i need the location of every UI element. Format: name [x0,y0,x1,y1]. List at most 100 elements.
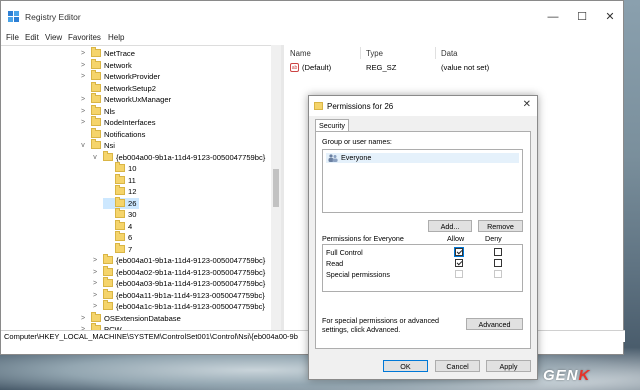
menu-file[interactable]: File [6,33,19,42]
deny-header: Deny [485,234,502,243]
chevron-right-icon[interactable]: > [79,117,87,128]
chevron-right-icon[interactable]: > [79,313,87,324]
security-panel: Group or user names: Everyone Add... Rem… [315,131,531,349]
folder-icon [115,242,125,253]
folder-icon [115,219,125,230]
tree-item-label: Notifications [104,129,146,139]
chevron-right-icon[interactable]: > [79,71,87,82]
tree-item-label: {eb004a00-9b1a-11d4-9123-0050047759bc} [116,152,266,162]
minimize-button[interactable]: — [538,7,568,27]
allow-header: Allow [447,234,465,243]
folder-icon [91,70,101,80]
tree-item-label: {eb004a11-9b1a-11d4-9123-0050047759bc} [116,290,265,300]
chevron-right-icon[interactable]: > [91,290,99,301]
chevron-right-icon[interactable]: > [79,60,87,71]
tree-item-label: 6 [128,233,133,242]
menu-edit[interactable]: Edit [25,33,39,42]
tree-item-label: OSExtensionDatabase [104,313,181,323]
folder-icon [91,139,101,149]
chevron-down-icon[interactable]: v [79,140,87,151]
deny-special-checkbox [494,270,502,278]
dialog-title-bar[interactable]: Permissions for 26 ✕ [309,96,537,116]
folder-icon [115,185,125,195]
cancel-button[interactable]: Cancel [435,360,480,372]
chevron-right-icon[interactable]: > [91,301,99,312]
folder-icon [91,311,101,322]
chevron-right-icon[interactable]: > [79,48,87,59]
allow-read-checkbox[interactable] [455,259,463,267]
close-button[interactable]: ✕ [595,7,625,27]
chevron-right-icon[interactable]: > [79,94,87,105]
tree-item-label: 30 [128,210,137,219]
ok-button[interactable]: OK [383,360,428,372]
menu-help[interactable]: Help [108,33,124,42]
permissions-dialog: Permissions for 26 ✕ Security Group or u… [308,95,538,380]
tree-item-label: NetTrace [104,49,135,58]
remove-button[interactable]: Remove [478,220,523,232]
folder-icon [103,150,113,161]
list-item[interactable]: Everyone [326,153,519,163]
permission-name: Full Control [326,248,363,257]
tree-item-label: {eb004a1c-9b1a-11d4-9123-0050047759bc} [116,302,265,311]
chevron-right-icon[interactable]: > [79,106,87,117]
permission-row-read: Read [326,258,521,269]
dialog-title: Permissions for 26 [327,102,394,111]
menu-favorites[interactable]: Favorites [68,33,101,42]
folder-icon [103,254,113,264]
tree-scrollbar-thumb[interactable] [273,169,279,207]
column-header-type[interactable]: Type [366,49,383,58]
folder-icon [91,116,101,126]
chevron-right-icon[interactable]: > [91,255,99,266]
folder-icon [314,102,323,110]
tree-item-label: NetworkProvider [104,72,161,81]
folder-icon [91,58,101,69]
folder-icon [103,288,113,299]
tree-item-label: Network [104,60,132,70]
value-name: (Default) [302,63,332,72]
allow-full-control-checkbox[interactable] [454,247,464,257]
tree-item-selected[interactable]: 26 [103,196,139,209]
permissions-list: Full Control Read Special permissions [322,244,523,292]
string-value-icon: ab [290,63,299,72]
column-header-name[interactable]: Name [290,49,311,58]
folder-icon [115,162,125,172]
apply-button[interactable]: Apply [486,360,531,372]
registry-key-tree[interactable]: > NetTrace > Network > NetworkProvider Network… [1,45,281,331]
folder-icon [103,265,113,276]
tree-item-label: 7 [128,244,133,254]
menu-bar: File Edit View Favorites Help [1,31,623,45]
title-bar[interactable]: Registry Editor — ☐ ✕ [1,1,623,31]
add-button[interactable]: Add... [428,220,472,232]
folder-icon [115,231,125,241]
tree-item-label: 12 [128,187,137,196]
deny-full-control-checkbox[interactable] [494,248,502,256]
advanced-button[interactable]: Advanced [466,318,523,330]
column-separator[interactable] [435,47,436,59]
folder-icon [115,173,125,184]
column-separator[interactable] [360,47,361,59]
permission-row-special: Special permissions [326,269,521,280]
dialog-footer: OK Cancel Apply [309,349,537,379]
watermark-prefix: GEN [543,367,579,384]
genk-watermark: GENK [543,367,590,384]
column-header-data[interactable]: Data [441,49,457,58]
deny-read-checkbox[interactable] [494,259,502,267]
advanced-hint: For special permissions or advanced sett… [322,316,440,334]
maximize-button[interactable]: ☐ [567,7,597,27]
tree-item-label: 11 [128,175,136,185]
user-list[interactable]: Everyone [322,149,523,213]
watermark-highlight: K [578,367,591,384]
tree-item-label: 10 [128,164,137,173]
menu-view[interactable]: View [45,33,62,42]
folder-icon [91,93,101,103]
tree-item-label: {eb004a01-9b1a-11d4-9123-0050047759bc} [116,256,266,265]
group-label: Group or user names: [322,137,392,146]
chevron-down-icon[interactable]: v [91,152,99,163]
value-data: (value not set) [441,63,490,72]
tree-item-label: 4 [128,221,133,231]
chevron-right-icon[interactable]: > [91,267,99,278]
chevron-right-icon[interactable]: > [91,278,99,289]
folder-icon [103,277,113,287]
dialog-close-button[interactable]: ✕ [523,99,531,110]
window-title: Registry Editor [25,12,81,22]
